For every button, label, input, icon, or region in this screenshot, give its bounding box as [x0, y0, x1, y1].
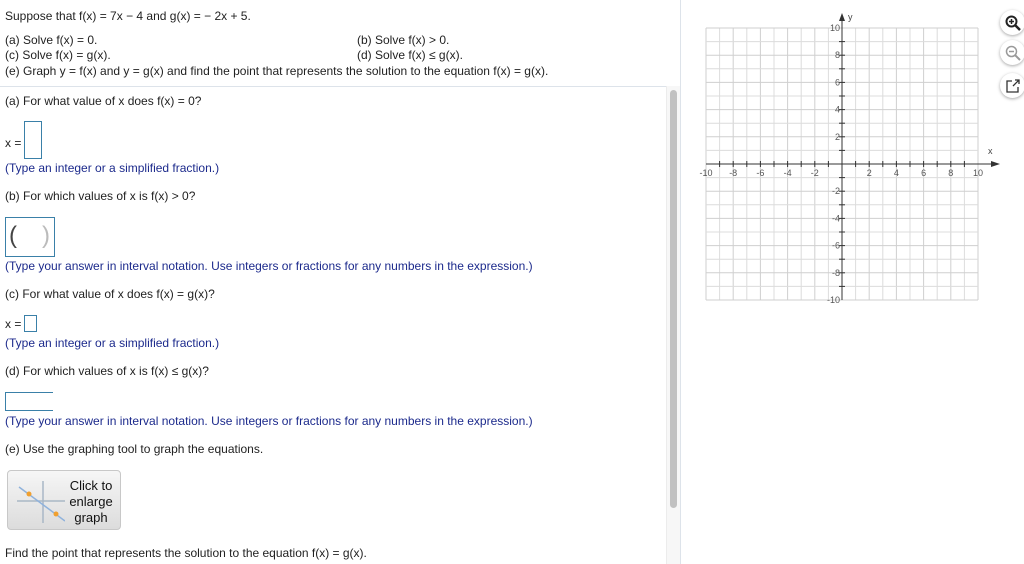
question-b: (b) For which values of x is f(x) > 0? — [5, 189, 196, 203]
y-axis-arrow — [839, 13, 845, 21]
y-tick-label: -2 — [832, 186, 840, 196]
problem-c: (c) Solve f(x) = g(x). — [5, 48, 111, 62]
final-question: Find the point that represents the solut… — [5, 546, 367, 560]
zoom-in-button[interactable] — [1000, 10, 1024, 35]
zoom-out-button[interactable] — [1000, 40, 1024, 65]
x-tick-label: 10 — [973, 168, 983, 178]
problem-a: (a) Solve f(x) = 0. — [5, 33, 98, 47]
x-axis-label: x — [988, 146, 993, 156]
panel-divider — [680, 0, 681, 564]
x-tick-label: -2 — [811, 168, 819, 178]
y-tick-label: 6 — [835, 77, 840, 87]
coordinate-graph[interactable]: x y -10 -8 -6 -4 -2 2 4 6 8 10 10 8 6 4 2 -2 -4 -6 -8 -10 — [690, 0, 1000, 310]
enlarge-graph-button[interactable]: Click to enlarge graph — [7, 470, 121, 530]
hint-d: (Type your answer in interval notation. … — [5, 414, 533, 428]
question-d: (d) For which values of x is f(x) ≤ g(x)… — [5, 364, 209, 378]
problem-d: (d) Solve f(x) ≤ g(x). — [357, 48, 463, 62]
answer-b-input[interactable]: () — [5, 217, 55, 257]
header-divider — [0, 86, 666, 87]
hint-a: (Type an integer or a simplified fractio… — [5, 161, 220, 175]
problem-intro: Suppose that f(x) = 7x − 4 and g(x) = − … — [5, 9, 251, 23]
problem-b: (b) Solve f(x) > 0. — [357, 33, 450, 47]
x-label-a: x = — [5, 136, 22, 150]
pop-out-button[interactable] — [1000, 73, 1024, 98]
hint-b: (Type your answer in interval notation. … — [5, 259, 533, 273]
y-tick-label: 2 — [835, 132, 840, 142]
question-e: (e) Use the graphing tool to graph the e… — [5, 442, 264, 456]
graph-thumbnail-icon — [17, 481, 65, 523]
zoom-out-icon — [1005, 45, 1021, 61]
scrollbar-thumb[interactable] — [670, 90, 677, 508]
question-a: (a) For what value of x does f(x) = 0? — [5, 94, 202, 108]
hint-c: (Type an integer or a simplified fractio… — [5, 336, 220, 350]
y-axis-label: y — [848, 12, 853, 22]
answer-a-input[interactable] — [24, 121, 42, 159]
y-tick-label: -4 — [832, 213, 840, 223]
x-tick-label: -6 — [756, 168, 764, 178]
x-axis-arrow — [991, 161, 1000, 167]
y-tick-label: -6 — [832, 241, 840, 251]
y-tick-label: -10 — [827, 295, 840, 305]
problem-e: (e) Graph y = f(x) and y = g(x) and find… — [5, 64, 549, 78]
x-tick-label: 8 — [948, 168, 953, 178]
x-tick-label: 4 — [894, 168, 899, 178]
x-tick-label: 2 — [867, 168, 872, 178]
x-tick-label: -10 — [699, 168, 712, 178]
pop-out-icon — [1005, 78, 1020, 93]
y-tick-label: -8 — [832, 268, 840, 278]
x-tick-label: -4 — [784, 168, 792, 178]
enlarge-graph-label: Click to enlarge graph — [69, 478, 113, 525]
x-label-c: x = — [5, 317, 22, 331]
zoom-in-icon — [1005, 15, 1021, 31]
answer-c-input[interactable] — [24, 315, 37, 332]
answer-d-input[interactable] — [5, 392, 53, 411]
y-tick-label: 8 — [835, 50, 840, 60]
x-tick-label: -8 — [729, 168, 737, 178]
y-tick-label: 4 — [835, 105, 840, 115]
question-c: (c) For what value of x does f(x) = g(x)… — [5, 287, 215, 301]
x-tick-label: 6 — [921, 168, 926, 178]
y-tick-label: 10 — [830, 23, 840, 33]
